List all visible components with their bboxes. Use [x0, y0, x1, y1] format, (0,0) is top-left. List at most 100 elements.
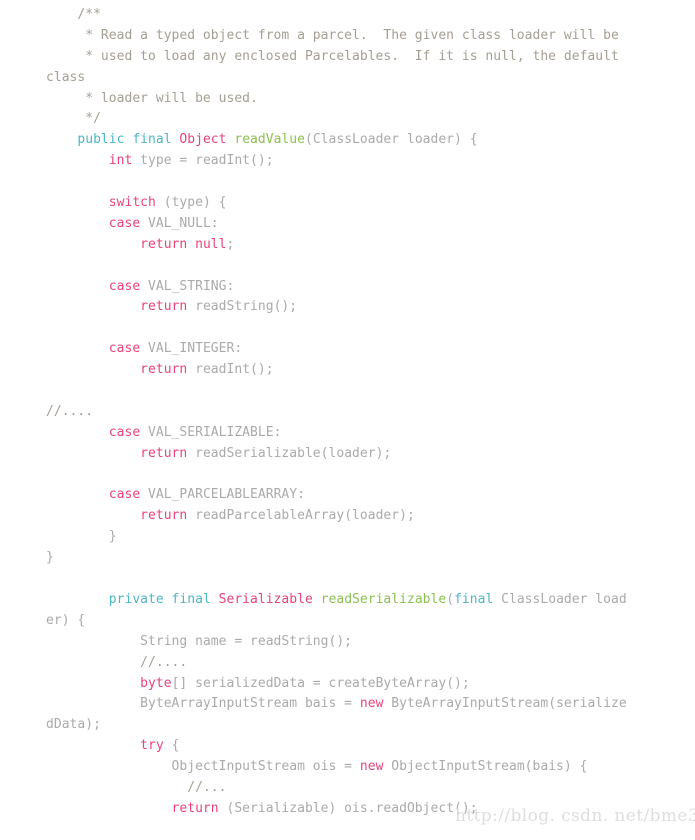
code-line: public final Object readValue(ClassLoade…: [46, 130, 695, 151]
plain-token: readParcelableArray(loader);: [187, 508, 415, 524]
keyword-token: try: [140, 738, 164, 754]
code-line: er) {: [46, 611, 695, 632]
plain-token: type = readInt();: [132, 153, 274, 169]
code-line: * loader will be used.: [46, 89, 695, 110]
plain-token: VAL_PARCELABLEARRAY:: [140, 487, 305, 503]
code-line: //....: [46, 653, 695, 674]
keyword-token: return null: [140, 236, 227, 252]
keyword-token: switch: [108, 195, 156, 211]
code-line: case VAL_STRING:: [46, 277, 695, 298]
comment-token: class: [46, 69, 86, 85]
keyword-token: case: [108, 487, 141, 503]
keyword-token: return: [140, 362, 188, 378]
plain-token: {: [163, 738, 180, 754]
plain-token: (type) {: [155, 195, 227, 211]
plain-token: [] serializedData = createByteArray();: [171, 675, 470, 691]
code-line: case VAL_NULL:: [46, 214, 695, 235]
code-line: case VAL_INTEGER:: [46, 339, 695, 360]
code-line: case VAL_SERIALIZABLE:: [46, 423, 695, 444]
code-viewer: /** * Read a typed object from a parcel.…: [0, 0, 695, 840]
comment-token: * loader will be used.: [46, 90, 258, 106]
keyword-token: return: [171, 800, 219, 816]
code-line: }: [46, 548, 695, 569]
keyword-token: new: [359, 696, 384, 712]
keyword-token: return: [140, 508, 188, 524]
plain-token: VAL_STRING:: [140, 278, 235, 294]
keyword-token: case: [108, 341, 141, 357]
plain-token: dData);: [46, 717, 101, 733]
code-line: //...: [46, 778, 695, 799]
code-line: try {: [46, 736, 695, 757]
plain-token: ByteArrayInputStream bais =: [140, 696, 360, 712]
code-line: switch (type) {: [46, 193, 695, 214]
plain-token: }: [46, 550, 54, 566]
keyword-token: public final: [77, 132, 180, 148]
comment-token: //....: [46, 654, 188, 670]
plain-token: ;: [226, 236, 235, 252]
keyword-token: byte: [140, 675, 172, 691]
plain-token: VAL_SERIALIZABLE:: [140, 424, 282, 440]
plain-token: ObjectInputStream(bais) {: [383, 759, 588, 775]
comment-token: */: [46, 111, 101, 127]
plain-token: }: [46, 529, 117, 545]
code-line: class: [46, 68, 695, 89]
code-line: /**: [46, 5, 695, 26]
keyword-token: int: [108, 153, 133, 169]
type-token: Object: [179, 132, 235, 148]
code-line: return readParcelableArray(loader);: [46, 506, 695, 527]
keyword-token: private final: [108, 591, 219, 607]
plain-token: ByteArrayInputStream(serialize: [383, 696, 627, 712]
keyword-token: return: [140, 445, 188, 461]
code-line: return readInt();: [46, 360, 695, 381]
code-line: //....: [46, 402, 695, 423]
code-line: ByteArrayInputStream bais = new ByteArra…: [46, 694, 695, 715]
plain-token: String name = readString();: [46, 633, 353, 649]
plain-token: (Serializable) ois.readObject();: [218, 800, 478, 816]
keyword-token: case: [108, 424, 141, 440]
plain-token: er) {: [46, 612, 86, 628]
code-line: case VAL_PARCELABLEARRAY:: [46, 485, 695, 506]
code-line: return readString();: [46, 297, 695, 318]
code-line: * Read a typed object from a parcel. The…: [46, 26, 695, 47]
comment-token: //....: [46, 403, 94, 419]
comment-token: //...: [46, 779, 227, 795]
keyword-token: case: [108, 215, 141, 231]
keyword-token: return: [140, 299, 188, 315]
comment-token: * used to load any enclosed Parcelables.…: [46, 48, 619, 64]
code-line: String name = readString();: [46, 632, 695, 653]
code-line: int type = readInt();: [46, 151, 695, 172]
comment-token: /**: [46, 7, 101, 22]
plain-token: readInt();: [187, 362, 274, 378]
method-token: readSerializable: [320, 591, 447, 607]
code-line: ObjectInputStream ois = new ObjectInputS…: [46, 757, 695, 778]
comment-token: * Read a typed object from a parcel. The…: [46, 27, 619, 43]
code-line: return (Serializable) ois.readObject();: [46, 799, 695, 820]
plain-token: (: [446, 591, 455, 607]
code-line: return null;: [46, 235, 695, 256]
plain-token: VAL_INTEGER:: [140, 341, 243, 357]
plain-token: VAL_NULL:: [140, 215, 219, 231]
keyword-token: new: [359, 759, 384, 775]
code-line: }: [46, 527, 695, 548]
code-line: dData);: [46, 715, 695, 736]
code-line: byte[] serializedData = createByteArray(…: [46, 674, 695, 695]
plain-token: readSerializable(loader);: [187, 445, 392, 461]
plain-token: ObjectInputStream ois =: [171, 759, 360, 775]
method-token: readValue: [234, 132, 305, 148]
code-line: return readSerializable(loader);: [46, 444, 695, 465]
plain-token: (ClassLoader loader) {: [304, 132, 478, 148]
plain-token: readString();: [187, 299, 298, 315]
code-line: */: [46, 109, 695, 130]
keyword-token: final: [454, 591, 494, 607]
keyword-token: case: [108, 278, 141, 294]
plain-token: ClassLoader load: [493, 591, 627, 607]
code-line: private final Serializable readSerializa…: [46, 590, 695, 611]
code-line: * used to load any enclosed Parcelables.…: [46, 47, 695, 68]
type-token: Serializable: [218, 591, 321, 607]
